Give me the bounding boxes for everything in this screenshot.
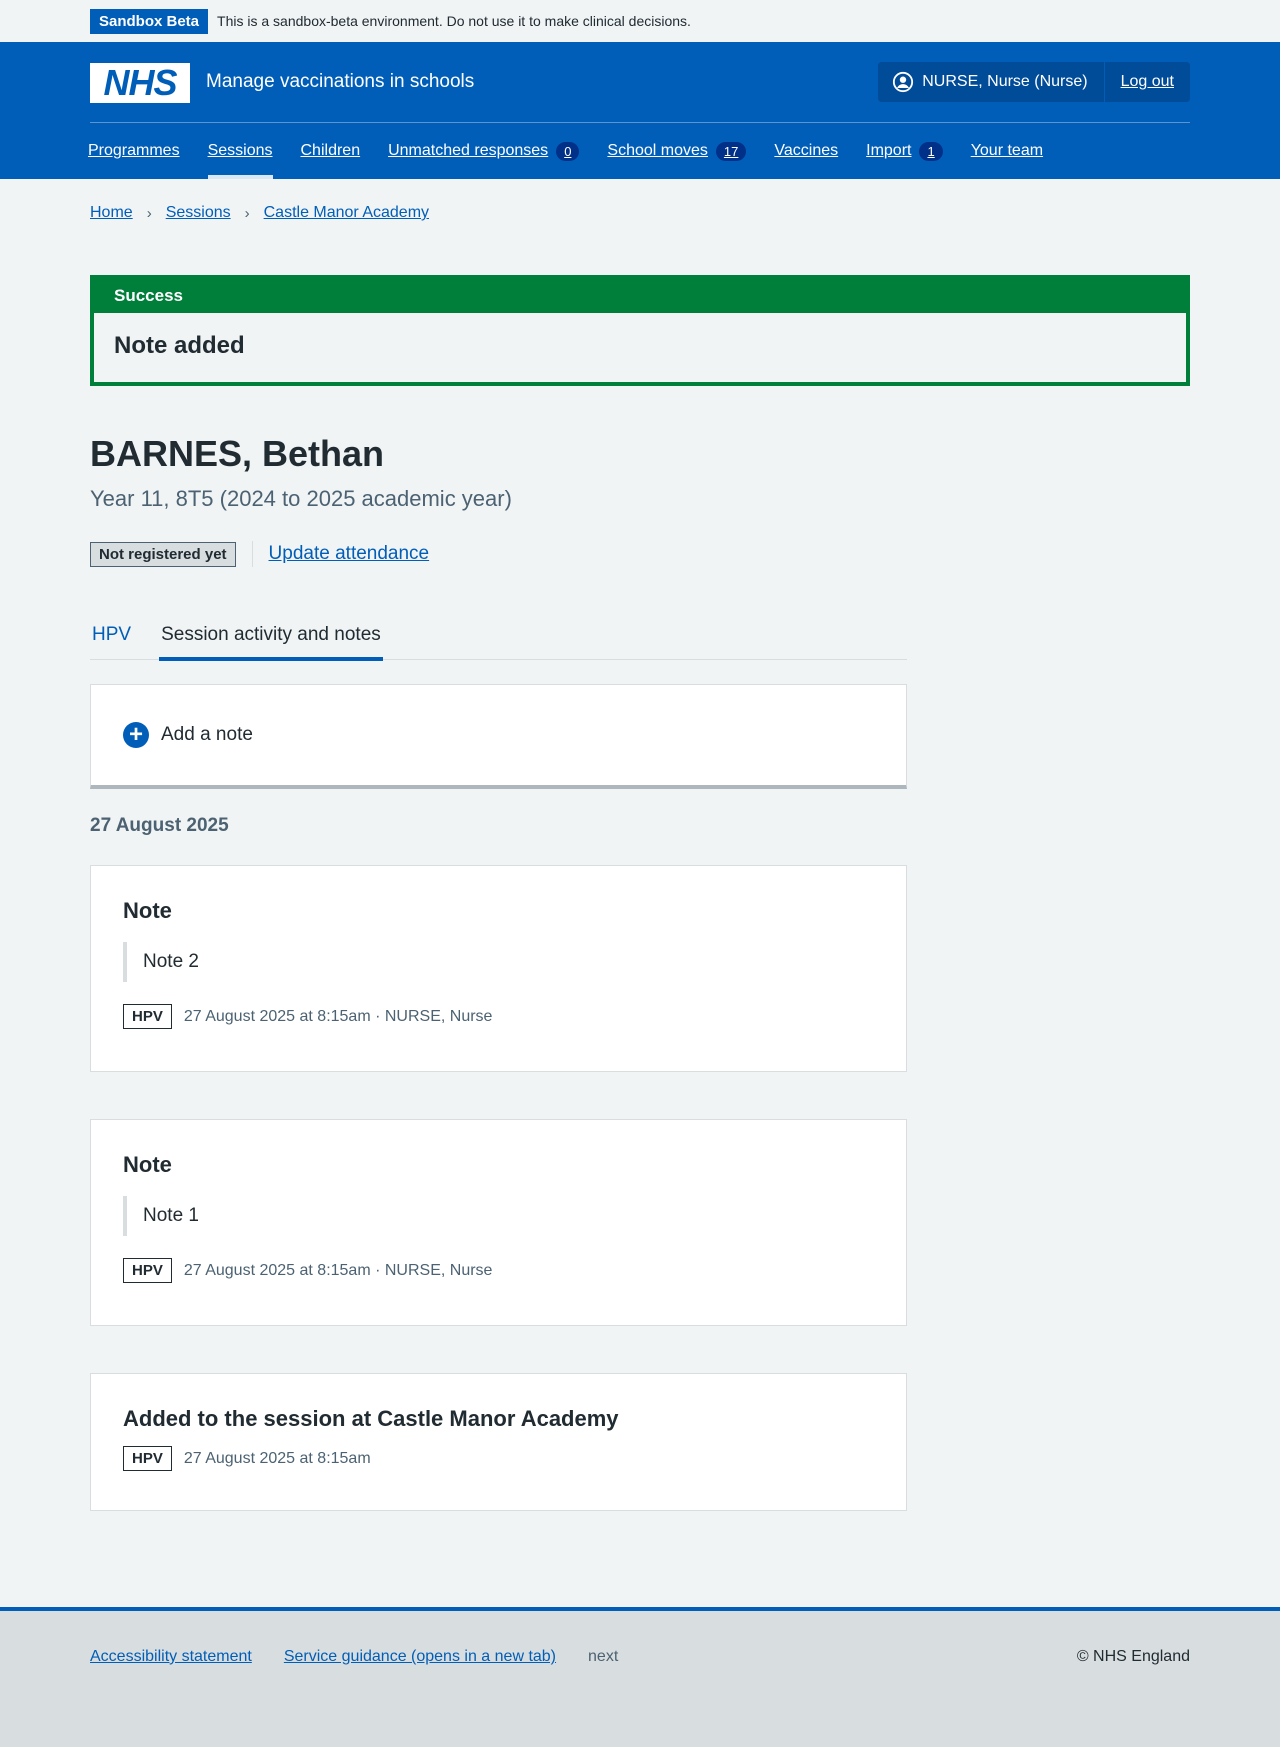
tab-session-activity[interactable]: Session activity and notes <box>159 610 383 661</box>
plus-icon: + <box>123 722 149 748</box>
nav-sessions[interactable]: Sessions <box>207 123 273 179</box>
person-details: Year 11, 8T5 (2024 to 2025 academic year… <box>90 486 512 511</box>
sandbox-message: This is a sandbox-beta environment. Do n… <box>217 13 691 29</box>
page-title: BARNES, Bethan <box>90 433 385 474</box>
chevron-right-icon: › <box>244 204 250 222</box>
site-header: NHS Manage vaccinations in schools NURSE… <box>0 42 1280 179</box>
tab-list: HPV Session activity and notes <box>90 610 907 661</box>
chevron-right-icon: › <box>146 204 152 222</box>
update-attendance-link[interactable]: Update attendance <box>269 543 430 565</box>
nav-import[interactable]: Import 1 <box>866 123 943 179</box>
programme-tag: HPV <box>123 1258 172 1283</box>
card-meta-text: 27 August 2025 at 8:15am · NURSE, Nurse <box>183 1261 493 1279</box>
nav-school-moves-label: School moves <box>607 142 708 159</box>
service-name[interactable]: Manage vaccinations in schools <box>206 71 474 93</box>
sandbox-banner: Sandbox Beta This is a sandbox-beta envi… <box>0 0 1280 42</box>
card-meta: HPV 27 August 2025 at 8:15am <box>123 1446 874 1471</box>
success-banner: Success Note added <box>90 275 1190 386</box>
footer-links: Accessibility statement Service guidance… <box>90 1648 618 1666</box>
nav-school-moves-count: 17 <box>715 141 747 161</box>
activity-card: Note Note 1 HPV 27 August 2025 at 8:15am… <box>90 1119 907 1326</box>
accessibility-link[interactable]: Accessibility statement <box>90 1648 252 1666</box>
card-title: Note <box>123 1152 172 1177</box>
add-note-button[interactable]: + Add a note <box>90 684 907 789</box>
add-note-label: Add a note <box>161 724 253 745</box>
user-icon <box>893 71 914 93</box>
nav-unmatched-label: Unmatched responses <box>388 142 549 159</box>
tab-hpv[interactable]: HPV <box>90 610 133 660</box>
account-user-name: NURSE, Nurse (Nurse) <box>922 73 1088 90</box>
programme-tag: HPV <box>123 1004 172 1029</box>
nav-import-label: Import <box>866 142 912 159</box>
card-meta: HPV 27 August 2025 at 8:15am · NURSE, Nu… <box>123 1004 874 1029</box>
activity-card: Note Note 2 HPV 27 August 2025 at 8:15am… <box>90 865 907 1072</box>
nhs-logo-text: NHS <box>103 62 177 103</box>
programme-tag: HPV <box>123 1446 172 1471</box>
logout-link[interactable]: Log out <box>1103 62 1190 102</box>
status-badge: Not registered yet <box>90 541 236 567</box>
site-footer: Accessibility statement Service guidance… <box>0 1607 1280 1747</box>
date-heading: 27 August 2025 <box>90 815 229 836</box>
nav-unmatched-responses[interactable]: Unmatched responses 0 <box>388 123 580 179</box>
note-text: Note 1 <box>123 1196 874 1236</box>
breadcrumb-sessions[interactable]: Sessions <box>166 204 231 222</box>
success-message: Note added <box>114 332 245 359</box>
note-text: Note 2 <box>123 942 874 982</box>
nhs-logo[interactable]: NHS <box>90 63 190 103</box>
nav-unmatched-count: 0 <box>556 141 580 161</box>
nav-vaccines[interactable]: Vaccines <box>774 123 838 179</box>
service-guidance-link[interactable]: Service guidance (opens in a new tab) <box>284 1648 556 1666</box>
nav-school-moves[interactable]: School moves 17 <box>607 123 747 179</box>
nav-your-team[interactable]: Your team <box>971 123 1043 179</box>
account-user: NURSE, Nurse (Nurse) <box>878 62 1104 102</box>
copyright: © NHS England <box>1076 1648 1190 1665</box>
sandbox-tag: Sandbox Beta <box>90 8 209 34</box>
card-meta-text: 27 August 2025 at 8:15am · NURSE, Nurse <box>183 1007 493 1025</box>
attendance-row: Not registered yet Update attendance <box>90 541 429 567</box>
nav-import-count: 1 <box>919 141 943 161</box>
card-title: Note <box>123 898 172 923</box>
breadcrumb: Home › Sessions › Castle Manor Academy <box>90 204 429 222</box>
nav-children[interactable]: Children <box>301 123 361 179</box>
nav-programmes[interactable]: Programmes <box>88 123 180 179</box>
divider <box>251 541 253 567</box>
card-title: Added to the session at Castle Manor Aca… <box>123 1406 619 1431</box>
account-menu: NURSE, Nurse (Nurse) Log out <box>878 62 1190 102</box>
card-meta-text: 27 August 2025 at 8:15am <box>183 1449 371 1467</box>
success-heading: Success <box>94 279 1186 313</box>
activity-card: Added to the session at Castle Manor Aca… <box>90 1373 907 1511</box>
card-meta: HPV 27 August 2025 at 8:15am · NURSE, Nu… <box>123 1258 874 1283</box>
breadcrumb-school[interactable]: Castle Manor Academy <box>264 204 429 222</box>
primary-nav: Programmes Sessions Children Unmatched r… <box>88 123 1071 179</box>
version-label: next <box>588 1648 619 1665</box>
breadcrumb-home[interactable]: Home <box>90 204 133 222</box>
